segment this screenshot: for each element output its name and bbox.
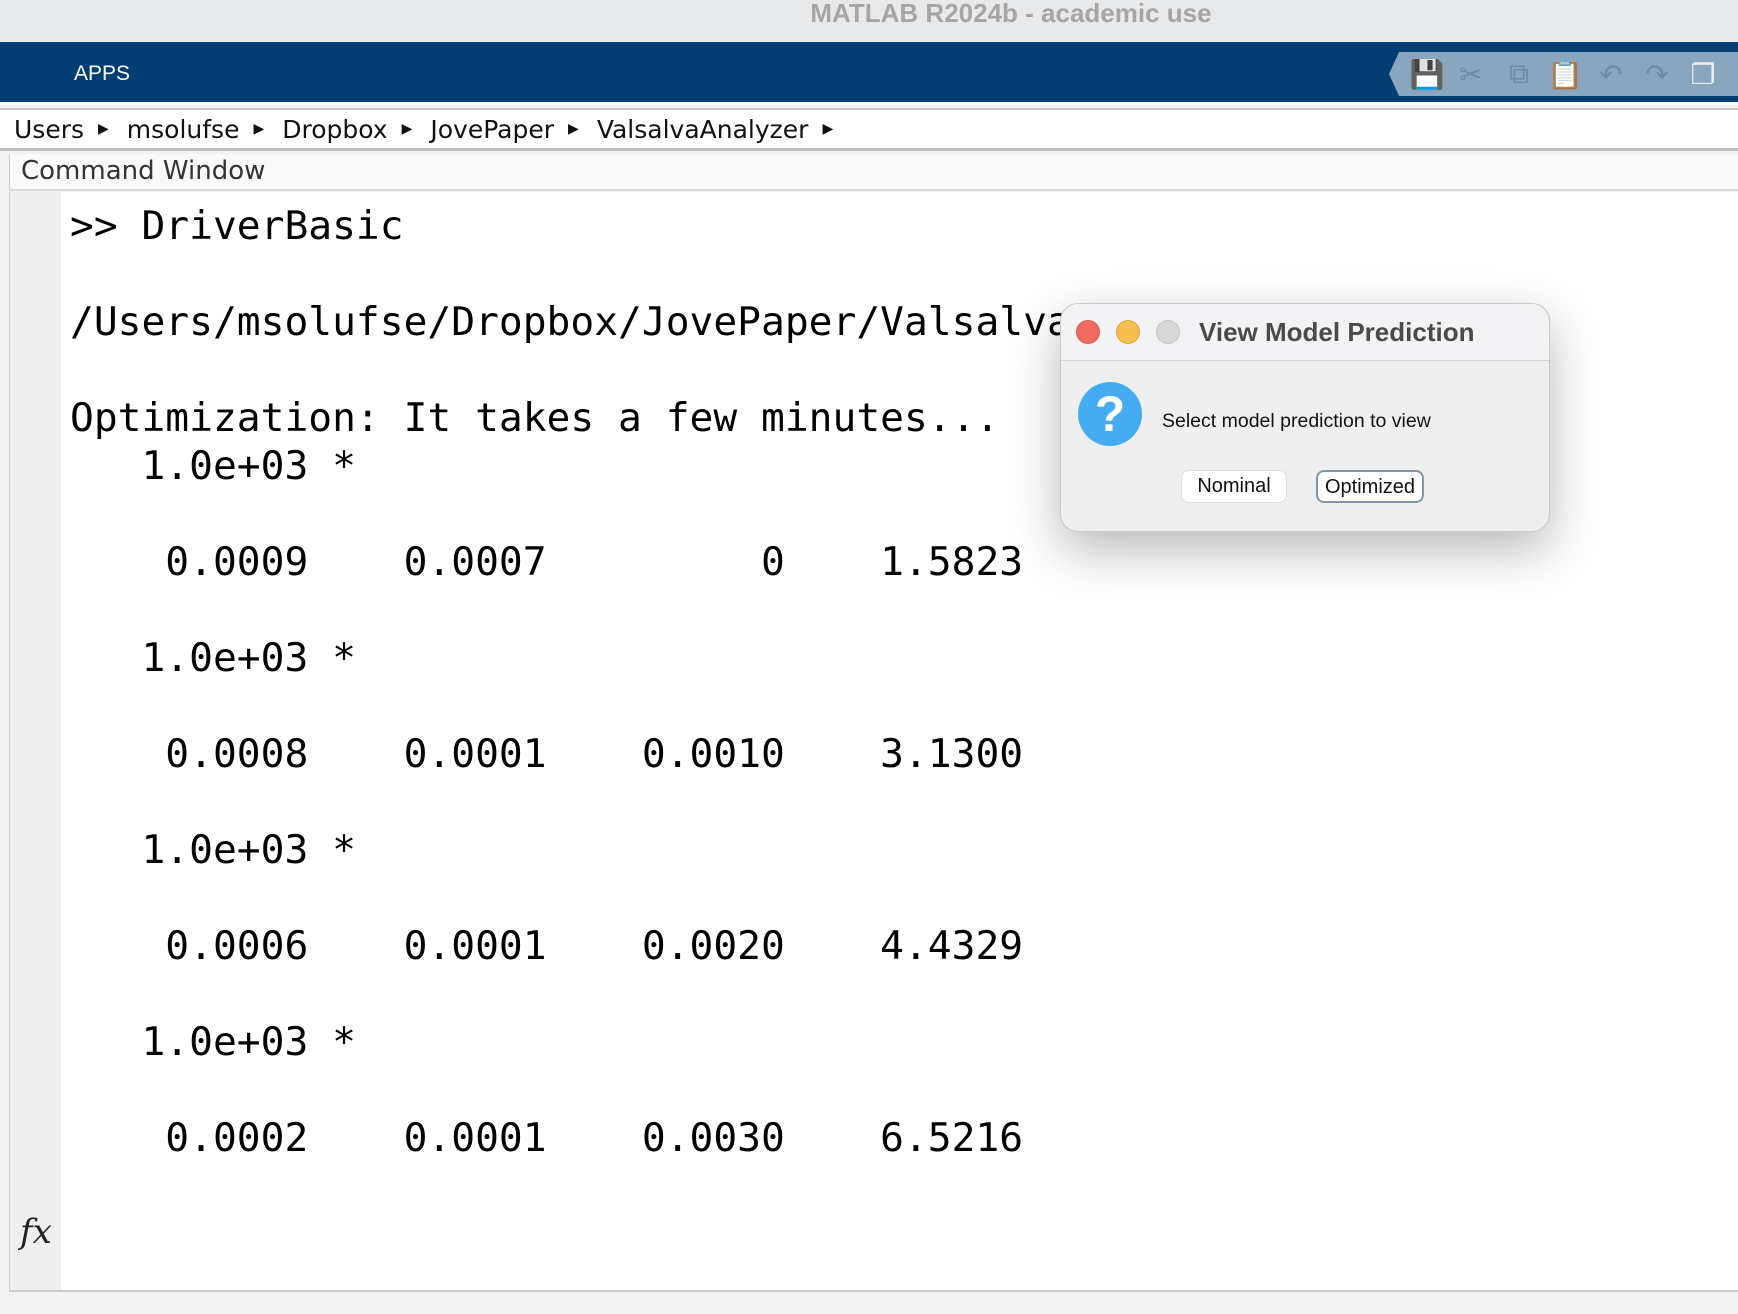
output-line: 1.0e+03 *: [70, 827, 356, 873]
copy-icon[interactable]: ⧉: [1503, 58, 1535, 90]
optimized-button[interactable]: Optimized: [1316, 470, 1424, 503]
zoom-icon: [1156, 320, 1180, 344]
output-line: 0.0002 0.0001 0.0030 6.5216: [70, 1115, 1024, 1161]
output-line: 0.0008 0.0001 0.0010 3.1300: [70, 731, 1024, 777]
output-line: Optimization: It takes a few minutes...: [70, 395, 1000, 441]
breadcrumb: Users ▶ msolufse ▶ Dropbox ▶ JovePaper ▶ Val…: [0, 108, 1738, 151]
output-line: /Users/msolufse/Dropbox/JovePaper/Valsal…: [70, 299, 1071, 345]
nominal-button[interactable]: Nominal: [1181, 470, 1287, 503]
chevron-right-icon[interactable]: ▶: [822, 121, 833, 137]
redo-icon[interactable]: ↷: [1641, 58, 1673, 90]
dialog-title-bar: View Model Prediction: [1061, 304, 1549, 361]
output-line: 1.0e+03 *: [70, 635, 356, 681]
breadcrumb-msolufse[interactable]: msolufse: [127, 115, 240, 144]
quick-access-toolbar: 💾 ✂ ⧉ 📋 ↶ ↷ ❐: [1389, 52, 1738, 96]
chevron-right-icon[interactable]: ▶: [98, 121, 109, 137]
output-line: 1.0e+03 *: [70, 443, 356, 489]
ribbon: APPS 💾 ✂ ⧉ 📋 ↶ ↷ ❐: [0, 42, 1738, 105]
output-line: 1.0e+03 *: [70, 1019, 356, 1065]
window-title-bar: MATLAB R2024b - academic use: [0, 0, 1738, 42]
chevron-right-icon[interactable]: ▶: [402, 121, 413, 137]
dialog-message: Select model prediction to view: [1162, 410, 1431, 432]
save-icon[interactable]: 💾: [1410, 58, 1445, 90]
minimize-icon[interactable]: [1116, 320, 1140, 344]
function-browser-icon[interactable]: fx: [20, 1212, 52, 1252]
breadcrumb-dropbox[interactable]: Dropbox: [282, 115, 387, 144]
breadcrumb-jovepaper[interactable]: JovePaper: [430, 115, 554, 144]
cut-icon[interactable]: ✂: [1455, 58, 1487, 90]
command-window-header: Command Window: [9, 154, 1738, 191]
window-layout-icon[interactable]: ❐: [1687, 58, 1719, 90]
command-output[interactable]: >> DriverBasic/Users/msolufse/Dropbox/Jo…: [70, 202, 1071, 1162]
question-icon: ?: [1078, 382, 1142, 446]
view-model-prediction-dialog: View Model Prediction ? Select model pre…: [1060, 303, 1550, 532]
dialog-title: View Model Prediction: [1199, 317, 1475, 347]
output-line: >> DriverBasic: [70, 203, 404, 249]
command-window-gutter: [10, 192, 61, 1290]
breadcrumb-valsalvaanalyzer[interactable]: ValsalvaAnalyzer: [597, 115, 809, 144]
breadcrumb-users[interactable]: Users: [14, 115, 84, 144]
undo-icon[interactable]: ↶: [1595, 58, 1627, 90]
output-line: 0.0009 0.0007 0 1.5823: [70, 539, 1024, 585]
close-icon[interactable]: [1076, 320, 1100, 344]
output-line: 0.0006 0.0001 0.0020 4.4329: [70, 923, 1024, 969]
chevron-right-icon[interactable]: ▶: [253, 121, 264, 137]
paste-icon[interactable]: 📋: [1548, 58, 1583, 90]
tab-apps[interactable]: APPS: [74, 62, 130, 86]
window-title: MATLAB R2024b - academic use: [810, 0, 1212, 28]
chevron-right-icon[interactable]: ▶: [568, 121, 579, 137]
